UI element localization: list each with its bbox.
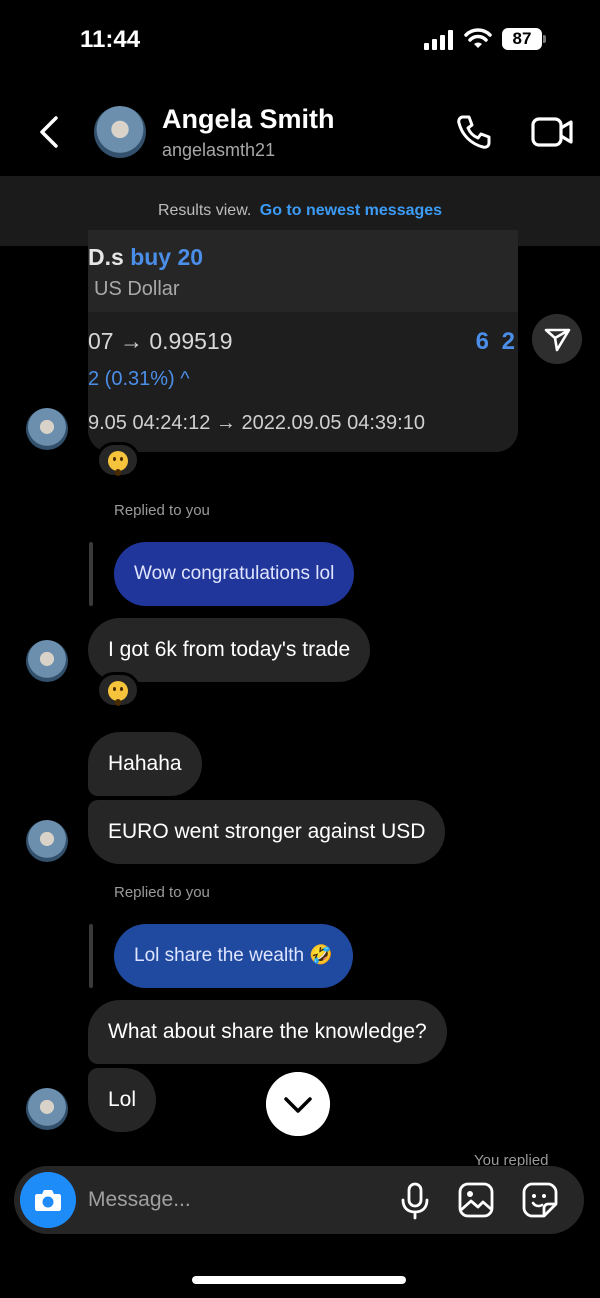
trade-symbol-row: D.s buy 20 (88, 244, 203, 271)
avatar[interactable] (26, 1088, 68, 1130)
message-composer (14, 1166, 584, 1234)
reply-label: Replied to you (114, 502, 210, 519)
quoted-message[interactable]: Lol share the wealth 🤣 (114, 924, 353, 988)
avatar[interactable] (26, 640, 68, 682)
reply-label: Replied to you (114, 884, 210, 901)
reaction-badge[interactable] (96, 442, 140, 478)
avatar[interactable] (26, 820, 68, 862)
reply-bar (89, 924, 93, 988)
contact-name[interactable]: Angela Smith (162, 104, 335, 135)
trade-symbol: D.s (88, 244, 124, 270)
go-to-newest-link[interactable]: Go to newest messages (260, 202, 442, 219)
chevron-left-icon[interactable] (34, 112, 68, 152)
battery-indicator: 87 (502, 28, 542, 50)
trade-dates: 9.05 04:24:12 → 2022.09.05 04:39:10 (88, 412, 425, 434)
chat-header: Angela Smith angelasmth21 (0, 90, 600, 176)
trade-action: buy 20 (130, 244, 204, 270)
status-time: 11:44 (80, 26, 141, 53)
reply-bar (89, 542, 93, 606)
gallery-icon[interactable] (458, 1182, 494, 1218)
trade-currency: US Dollar (94, 278, 180, 300)
avatar[interactable] (94, 106, 146, 158)
banner-text: Results view. (157, 202, 252, 219)
video-camera-icon[interactable] (530, 114, 574, 150)
contact-handle[interactable]: angelasmth21 (162, 140, 275, 161)
phone-icon[interactable] (454, 112, 494, 152)
microphone-icon[interactable] (400, 1182, 430, 1220)
avatar[interactable] (26, 408, 68, 450)
surprised-emoji-icon (108, 681, 128, 706)
message-bubble[interactable]: EURO went stronger against USD (88, 800, 446, 864)
message-bubble[interactable]: Lol (88, 1068, 157, 1132)
trade-details: 07 → 0.99519 6 2 2 (0.31%) ^ 9.05 04:24:… (88, 312, 518, 452)
battery-tip (543, 35, 546, 43)
trade-profit: 6 2 (475, 328, 518, 355)
status-bar: 11:44 87 (0, 0, 600, 80)
message-bubble[interactable]: Hahaha (88, 732, 202, 796)
home-indicator[interactable] (192, 1276, 406, 1284)
message-input[interactable] (88, 1166, 378, 1234)
scroll-down-button[interactable] (266, 1072, 330, 1136)
reaction-badge[interactable] (96, 672, 140, 708)
sticker-icon[interactable] (522, 1182, 558, 1218)
message-bubble[interactable]: I got 6k from today's trade (88, 618, 371, 682)
wifi-icon (464, 28, 492, 48)
camera-icon[interactable] (20, 1172, 76, 1228)
surprised-emoji-icon (108, 451, 128, 476)
share-icon[interactable] (532, 314, 582, 364)
trade-price: 07 → 0.99519 (88, 328, 233, 354)
signal-icon (424, 30, 456, 50)
trade-change: 2 (0.31%) ^ (88, 368, 190, 390)
message-bubble[interactable]: What about share the knowledge? (88, 1000, 447, 1064)
quoted-message[interactable]: Wow congratulations lol (114, 542, 355, 606)
shared-trade-image[interactable]: D.s buy 20 US Dollar 07 → 0.99519 6 2 2 … (88, 230, 518, 452)
